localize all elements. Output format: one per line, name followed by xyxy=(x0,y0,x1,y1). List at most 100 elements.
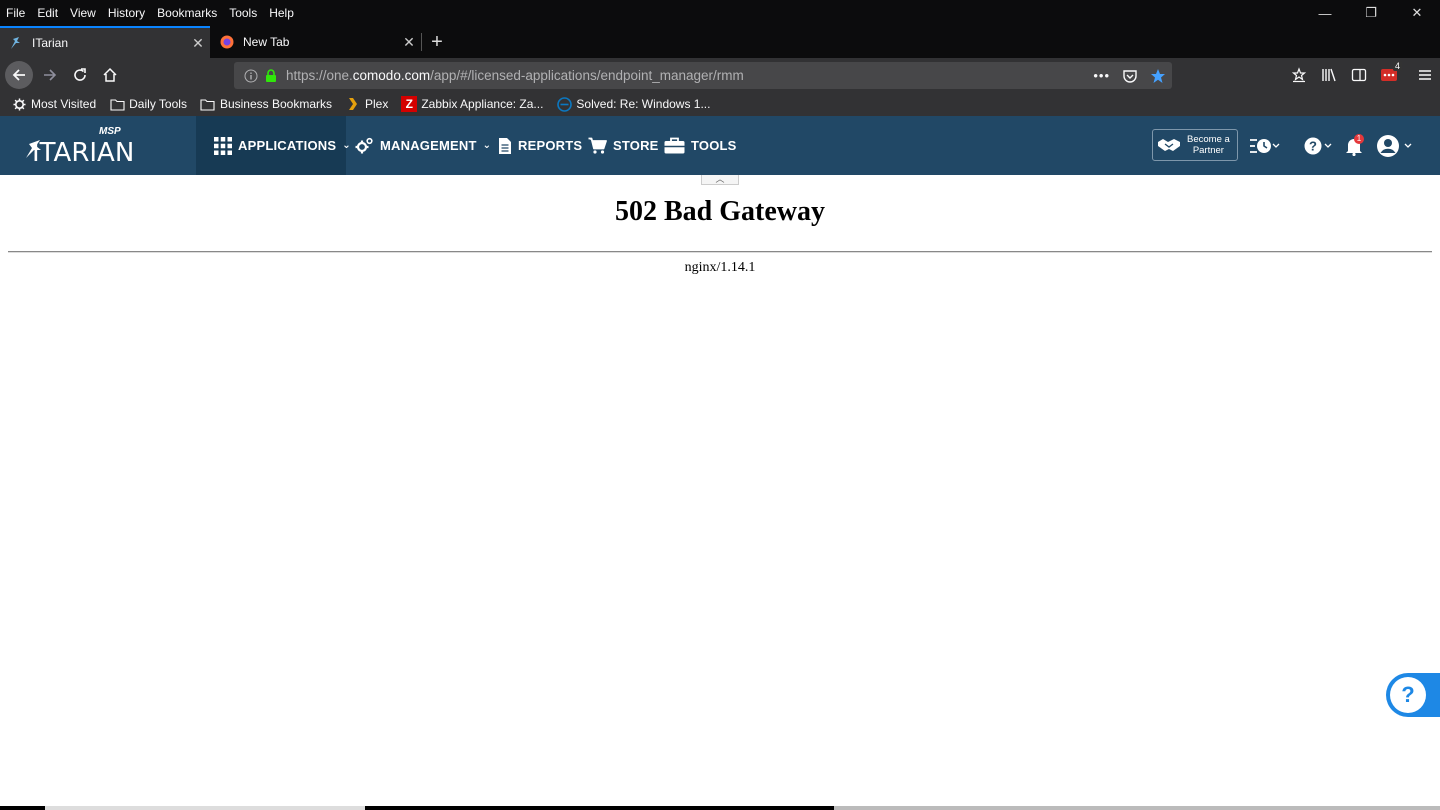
server-signature: nginx/1.14.1 xyxy=(684,260,756,275)
document-icon xyxy=(498,137,512,155)
menu-edit[interactable]: Edit xyxy=(31,4,64,22)
bookmark-zabbix[interactable]: Z Zabbix Appliance: Za... xyxy=(393,93,548,115)
bookmark-dell-solved[interactable]: Solved: Re: Windows 1... xyxy=(548,93,715,115)
page-actions-button[interactable]: ••• xyxy=(1093,68,1110,83)
bookmarks-toolbar: Most Visited Daily Tools Business Bookma… xyxy=(0,92,1440,116)
firefox-icon xyxy=(219,34,235,50)
nav-label: STORE xyxy=(613,138,659,153)
itarian-header: MSP ITARIAN APPLICATIONS ⌄ MANAGEMENT ⌄ … xyxy=(0,116,1440,175)
help-widget-button[interactable]: ? xyxy=(1386,673,1440,717)
bookmark-plex[interactable]: Plex xyxy=(337,93,393,115)
tab-close-icon[interactable]: ✕ xyxy=(397,34,421,51)
app-menu-button[interactable] xyxy=(1410,60,1440,90)
notifications-button[interactable]: 1 xyxy=(1344,132,1364,160)
menu-history[interactable]: History xyxy=(102,4,151,22)
chevron-down-icon: ⌄ xyxy=(482,140,492,151)
taskbar-edge xyxy=(0,806,1440,810)
menu-help[interactable]: Help xyxy=(263,4,300,22)
become-partner-button[interactable]: Become a Partner xyxy=(1152,129,1238,161)
lock-icon xyxy=(266,68,276,82)
logo-text: ITARIAN xyxy=(32,138,135,168)
bookmark-most-visited[interactable]: Most Visited xyxy=(0,93,101,115)
info-icon xyxy=(244,69,258,82)
divider xyxy=(8,251,1432,253)
tab-separator xyxy=(421,33,422,51)
tab-strip: ITarian ✕ New Tab ✕ xyxy=(0,26,1440,58)
notification-badge: 1 xyxy=(1354,134,1364,144)
new-tab-button[interactable]: + xyxy=(424,26,450,58)
url-bar[interactable]: https://one.comodo.com/app/#/licensed-ap… xyxy=(234,62,1172,89)
itarian-logo[interactable]: MSP ITARIAN xyxy=(24,126,134,168)
forward-button[interactable] xyxy=(36,61,64,89)
taskbar-segment xyxy=(834,806,1440,810)
reload-button[interactable] xyxy=(66,61,94,89)
grid-icon xyxy=(214,136,232,155)
sidebar-icon xyxy=(1351,68,1367,82)
library-button[interactable] xyxy=(1314,60,1344,90)
nav-applications[interactable]: APPLICATIONS ⌄ xyxy=(196,116,351,175)
library-icon xyxy=(1322,68,1336,82)
user-menu-button[interactable] xyxy=(1376,132,1414,160)
addon-badge: 4 xyxy=(1392,61,1402,71)
bookmark-daily-tools[interactable]: Daily Tools xyxy=(101,93,192,115)
sidebar-button[interactable] xyxy=(1344,60,1374,90)
tab-new-tab[interactable]: New Tab ✕ xyxy=(211,26,421,58)
bookmark-star-icon[interactable] xyxy=(1150,68,1166,84)
zabbix-icon: Z xyxy=(401,96,418,112)
toolbox-icon xyxy=(664,137,685,154)
nav-label: TOOLS xyxy=(691,138,737,153)
nav-tools[interactable]: TOOLS xyxy=(664,116,737,175)
nav-label: MANAGEMENT xyxy=(380,138,477,153)
restore-button[interactable]: ❐ xyxy=(1348,0,1394,26)
chevron-down-icon: ⌄ xyxy=(342,140,351,151)
home-button[interactable] xyxy=(96,61,124,89)
nav-store[interactable]: STORE xyxy=(588,116,659,175)
pocket-icon[interactable] xyxy=(1122,68,1138,84)
menu-bar: File Edit View History Bookmarks Tools H… xyxy=(0,0,1440,26)
menu-file[interactable]: File xyxy=(0,4,31,22)
home-icon xyxy=(103,67,117,82)
gear-icon xyxy=(11,96,27,112)
back-arrow-icon xyxy=(12,69,25,81)
question-icon: ? xyxy=(1390,677,1426,713)
collapse-header-toggle[interactable]: ︿ xyxy=(701,175,739,185)
downloads-button[interactable] xyxy=(1284,60,1314,90)
partner-label: Become a Partner xyxy=(1187,134,1230,156)
nav-label: APPLICATIONS xyxy=(238,138,337,153)
tab-itarian[interactable]: ITarian ✕ xyxy=(0,26,210,58)
forward-arrow-icon xyxy=(44,69,57,81)
reload-icon xyxy=(74,68,86,81)
menu-view[interactable]: View xyxy=(64,4,102,22)
nav-management[interactable]: MANAGEMENT ⌄ xyxy=(355,116,491,175)
tab-close-icon[interactable]: ✕ xyxy=(186,35,210,52)
bookmark-business-bookmarks[interactable]: Business Bookmarks xyxy=(192,93,337,115)
help-menu-button[interactable]: ? xyxy=(1304,132,1334,160)
plex-icon xyxy=(345,96,361,112)
bookmark-label: Business Bookmarks xyxy=(219,97,332,111)
url-text: https://one.comodo.com/app/#/licensed-ap… xyxy=(286,68,744,83)
logo-msp-badge: MSP xyxy=(99,126,121,137)
nav-label: REPORTS xyxy=(518,138,583,153)
close-window-button[interactable]: ✕ xyxy=(1394,0,1440,26)
menu-bookmarks[interactable]: Bookmarks xyxy=(151,4,223,22)
hamburger-icon xyxy=(1419,70,1431,80)
recent-activity-button[interactable] xyxy=(1249,132,1281,160)
menu-tools[interactable]: Tools xyxy=(223,4,263,22)
svg-text:?: ? xyxy=(1309,139,1317,154)
bookmark-label: Most Visited xyxy=(31,97,97,111)
bookmark-label: Plex xyxy=(365,97,389,111)
error-title: 502 Bad Gateway xyxy=(615,196,825,227)
itarian-favicon-icon xyxy=(8,35,24,51)
dell-icon xyxy=(556,96,572,112)
nav-reports[interactable]: REPORTS xyxy=(498,116,582,175)
minimize-button[interactable]: — xyxy=(1302,0,1348,26)
cart-icon xyxy=(588,137,607,154)
bookmark-label: Solved: Re: Windows 1... xyxy=(576,97,711,111)
navigation-toolbar: https://one.comodo.com/app/#/licensed-ap… xyxy=(0,58,1440,92)
taskbar-segment xyxy=(45,806,365,810)
user-avatar-icon xyxy=(1377,135,1412,157)
lastpass-button[interactable]: 4 xyxy=(1374,60,1404,90)
url-actions: ••• xyxy=(1093,62,1166,89)
back-button[interactable] xyxy=(5,61,33,89)
tab-title: ITarian xyxy=(32,36,69,50)
